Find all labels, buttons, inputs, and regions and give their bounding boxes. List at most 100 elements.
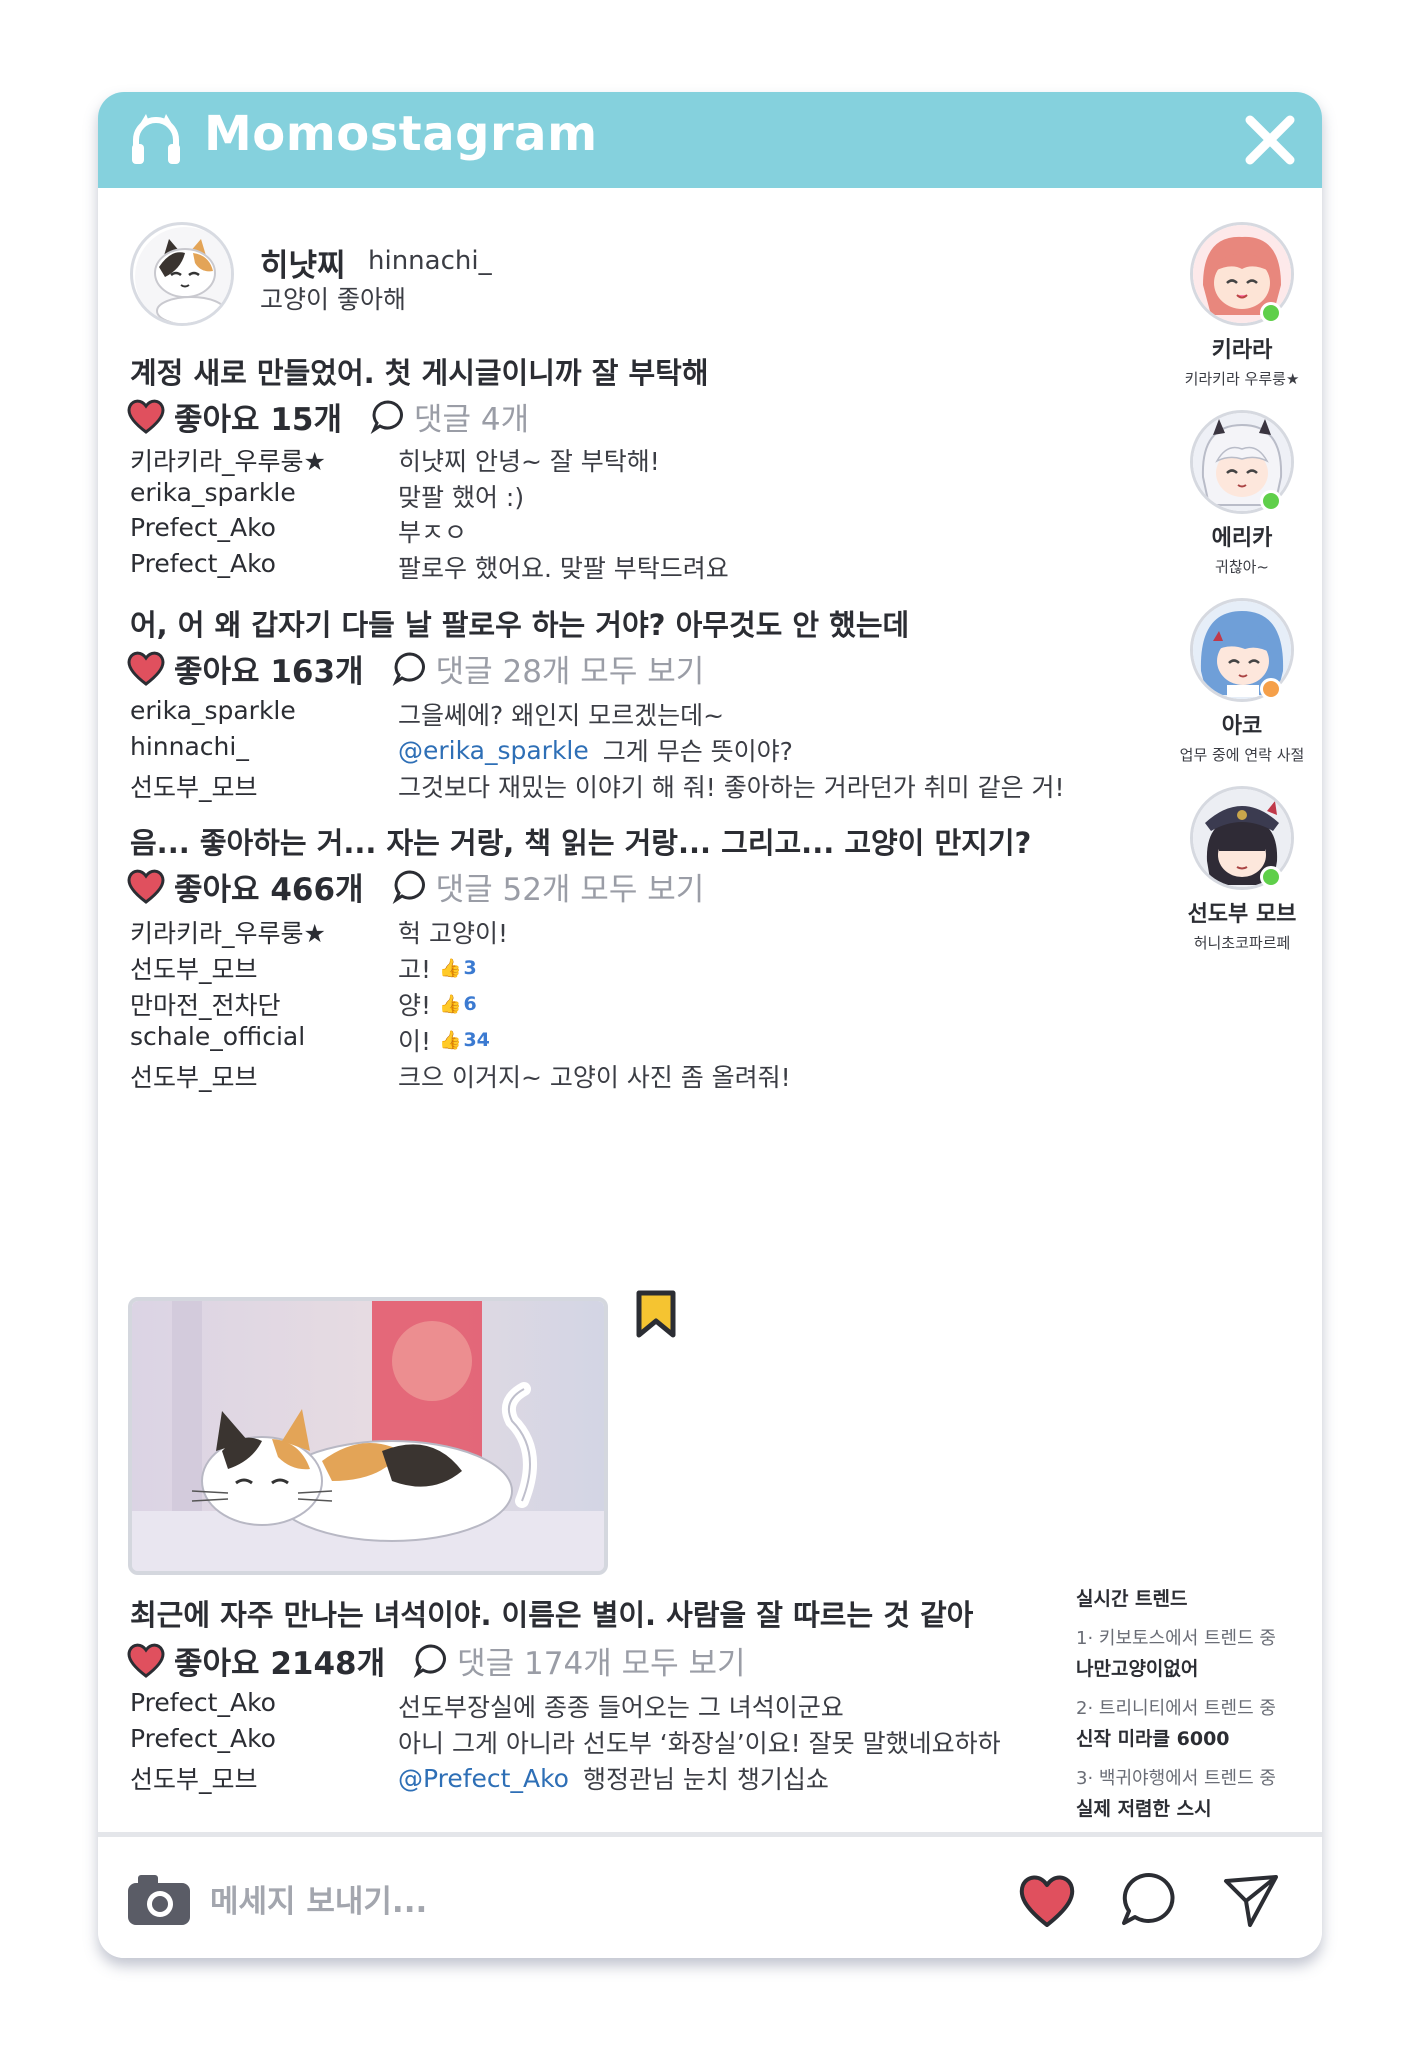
trend-link[interactable]: 나만고양이없어 <box>1076 1654 1198 1681</box>
trends-title: 실시간 트렌드 <box>1076 1588 1188 1610</box>
post-1-actions: 좋아요 15개 댓글 4개 <box>126 394 529 438</box>
friend-status: 업무 중에 연락 사절 <box>1179 746 1305 764</box>
post-4-comments-button[interactable]: 댓글 174개 모두 보기 <box>413 1638 746 1683</box>
like-heart-icon[interactable] <box>1016 1869 1078 1931</box>
comment-user[interactable]: hinnachi_ <box>130 732 249 761</box>
app-title: Momostagram <box>204 106 598 162</box>
trend-source: 3· 백귀야행에서 트렌드 중 <box>1076 1768 1276 1789</box>
comment-user[interactable]: 선도부_모브 <box>130 768 258 804</box>
post-4-comments-label: 댓글 174개 모두 보기 <box>457 1645 746 1682</box>
trend-link[interactable]: 신작 미라클 6000 <box>1076 1724 1230 1751</box>
comment-icon <box>413 1644 447 1678</box>
composer-bar <box>98 1832 1322 1958</box>
headphones-icon <box>132 114 180 164</box>
post-1-comments-button[interactable]: 댓글 4개 <box>370 394 529 439</box>
trend-source: 2· 트리니티에서 트렌드 중 <box>1076 1698 1276 1719</box>
comment-text: 크으 이거지~ 고양이 사진 좀 올려줘! <box>398 1063 791 1092</box>
close-icon[interactable] <box>1240 110 1300 170</box>
comment-text: 그게 무슨 뜻이야? <box>602 737 793 766</box>
friend-name: 키라라 <box>1211 338 1273 363</box>
post-1-like-button[interactable]: 좋아요 15개 <box>126 394 342 439</box>
comment-user[interactable]: Prefect_Ako <box>130 513 276 542</box>
heart-icon <box>127 1643 165 1678</box>
profile-bio: 고양이 좋아해 <box>260 285 406 314</box>
comment-text: 헉 고양이! <box>398 919 508 948</box>
post-2-comments-button[interactable]: 댓글 28개 모두 보기 <box>392 646 704 691</box>
friend-name: 아코 <box>1221 714 1263 739</box>
comment-user[interactable]: Prefect_Ako <box>130 1688 276 1717</box>
mention-link[interactable]: @Prefect_Ako <box>398 1764 569 1793</box>
comment-text: 히냣찌 안녕~ 잘 부탁해! <box>398 447 660 476</box>
post-3-like-button[interactable]: 좋아요 466개 <box>126 864 364 909</box>
comment-text: 맞팔 했어 :) <box>398 483 525 512</box>
comment-user[interactable]: 선도부_모브 <box>130 1760 258 1796</box>
comment-text-row: 고! 👍 3 <box>398 950 477 986</box>
profile-avatar[interactable] <box>130 222 234 326</box>
message-input[interactable] <box>208 1879 772 1925</box>
send-icon[interactable] <box>1220 1869 1282 1931</box>
post-3-like-count: 좋아요 466개 <box>174 871 364 908</box>
thumbs-up-icon[interactable]: 👍 <box>439 1030 461 1051</box>
comment-text: 아니 그게 아니라 선도부 ‘화장실’이요! 잘못 말했네요하하 <box>398 1729 1001 1758</box>
profile-handle[interactable]: hinnachi_ <box>368 246 492 276</box>
post-photo[interactable] <box>128 1297 608 1575</box>
profile-name[interactable]: 히냣찌 <box>260 240 346 285</box>
post-1-like-count: 좋아요 15개 <box>174 401 343 438</box>
online-status-dot <box>1260 490 1282 512</box>
comment-text: 행정관님 눈치 챙기십쇼 <box>582 1765 829 1794</box>
comment-icon <box>392 870 425 904</box>
comment-text: 선도부장실에 종종 들어오는 그 녀석이군요 <box>398 1693 844 1722</box>
mention-link[interactable]: @erika_sparkle <box>398 736 589 765</box>
post-4-like-button[interactable]: 좋아요 2148개 <box>126 1638 385 1683</box>
post-3-text: 음... 좋아하는 거... 자는 거랑, 책 읽는 거랑... 그리고... … <box>130 826 1032 860</box>
cat-photo <box>132 1301 604 1571</box>
post-2-like-count: 좋아요 163개 <box>174 653 364 690</box>
friend-name: 선도부 모브 <box>1187 902 1297 927</box>
friend-item[interactable]: 에리카 귀찮아~ <box>1168 410 1316 577</box>
thumbs-up-count: 34 <box>463 1029 490 1051</box>
comment-user[interactable]: 키라키라_우루룽★ <box>130 442 326 478</box>
comment-user[interactable]: 선도부_모브 <box>130 950 258 986</box>
comment-text-row: 이! 👍 34 <box>398 1022 490 1058</box>
friend-status: 허니초코파르페 <box>1193 934 1291 952</box>
title-bar: Momostagram <box>98 92 1322 188</box>
post-4-text: 최근에 자주 만나는 녀석이야. 이름은 별이. 사람을 잘 따르는 것 같아 <box>130 1598 974 1632</box>
post-4-actions: 좋아요 2148개 댓글 174개 모두 보기 <box>126 1638 746 1682</box>
trend-source: 1· 키보토스에서 트렌드 중 <box>1076 1628 1276 1649</box>
comment-user[interactable]: schale_official <box>130 1022 305 1051</box>
comment-text: 부ㅈㅇ <box>398 518 468 547</box>
comment-text: 그을쎄에? 왜인지 모르겠는데~ <box>398 701 725 730</box>
post-4-like-count: 좋아요 2148개 <box>174 1645 386 1682</box>
comment-icon <box>370 400 403 434</box>
online-status-dot <box>1260 866 1282 888</box>
trend-link[interactable]: 실제 저렴한 스시 <box>1076 1794 1212 1821</box>
comment-user[interactable]: Prefect_Ako <box>130 549 276 578</box>
comment-text: 고! <box>398 955 432 984</box>
comment-user[interactable]: 선도부_모브 <box>130 1058 258 1094</box>
friend-item[interactable]: 키라라 키라키라 우루룽★ <box>1168 222 1316 389</box>
friend-status: 귀찮아~ <box>1215 558 1269 576</box>
comment-user[interactable]: erika_sparkle <box>130 478 296 507</box>
comment-text: 양! <box>398 991 432 1020</box>
friend-item[interactable]: 선도부 모브 허니초코파르페 <box>1168 786 1316 953</box>
online-status-dot <box>1260 302 1282 324</box>
post-3-comments-label: 댓글 52개 모두 보기 <box>435 871 705 908</box>
friend-item[interactable]: 아코 업무 중에 연락 사절 <box>1168 598 1316 765</box>
comment-text: 팔로우 했어요. 맞팔 부탁드려요 <box>398 554 729 583</box>
comment-user[interactable]: 키라키라_우루룽★ <box>130 914 326 950</box>
comment-icon[interactable] <box>1118 1869 1180 1931</box>
comment-user[interactable]: Prefect_Ako <box>130 1724 276 1753</box>
post-2-text: 어, 어 왜 갑자기 다들 날 팔로우 하는 거야? 아무것도 안 했는데 <box>130 608 910 642</box>
bookmark-icon[interactable] <box>633 1289 679 1339</box>
thumbs-up-icon[interactable]: 👍 <box>439 994 461 1015</box>
heart-icon <box>127 651 165 686</box>
camera-icon[interactable] <box>124 1869 194 1929</box>
thumbs-up-icon[interactable]: 👍 <box>439 958 461 979</box>
comment-user[interactable]: 만마전_전차단 <box>130 986 281 1022</box>
post-3-comments-button[interactable]: 댓글 52개 모두 보기 <box>392 864 705 909</box>
comment-icon <box>392 652 425 686</box>
post-1-comments-label: 댓글 4개 <box>414 401 530 438</box>
post-2-actions: 좋아요 163개 댓글 28개 모두 보기 <box>126 646 704 690</box>
post-2-like-button[interactable]: 좋아요 163개 <box>126 646 364 691</box>
comment-user[interactable]: erika_sparkle <box>130 696 296 725</box>
